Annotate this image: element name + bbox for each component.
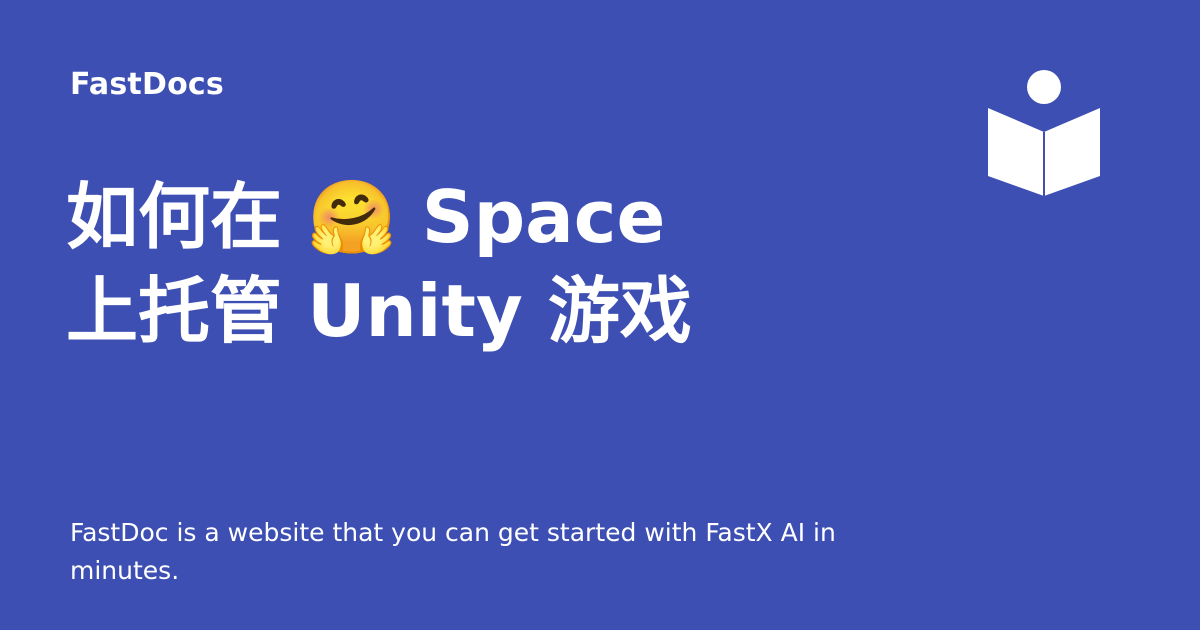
title-line-2: 上托管 Unity 游戏 <box>66 269 692 353</box>
site-description: FastDoc is a website that you can get st… <box>70 518 836 585</box>
book-reader-icon <box>988 70 1100 196</box>
page-title: 如何在 🤗 Space 上托管 Unity 游戏 <box>66 170 966 358</box>
brand-name: FastDocs <box>70 67 224 102</box>
title-line-1: 如何在 🤗 Space <box>66 175 666 259</box>
